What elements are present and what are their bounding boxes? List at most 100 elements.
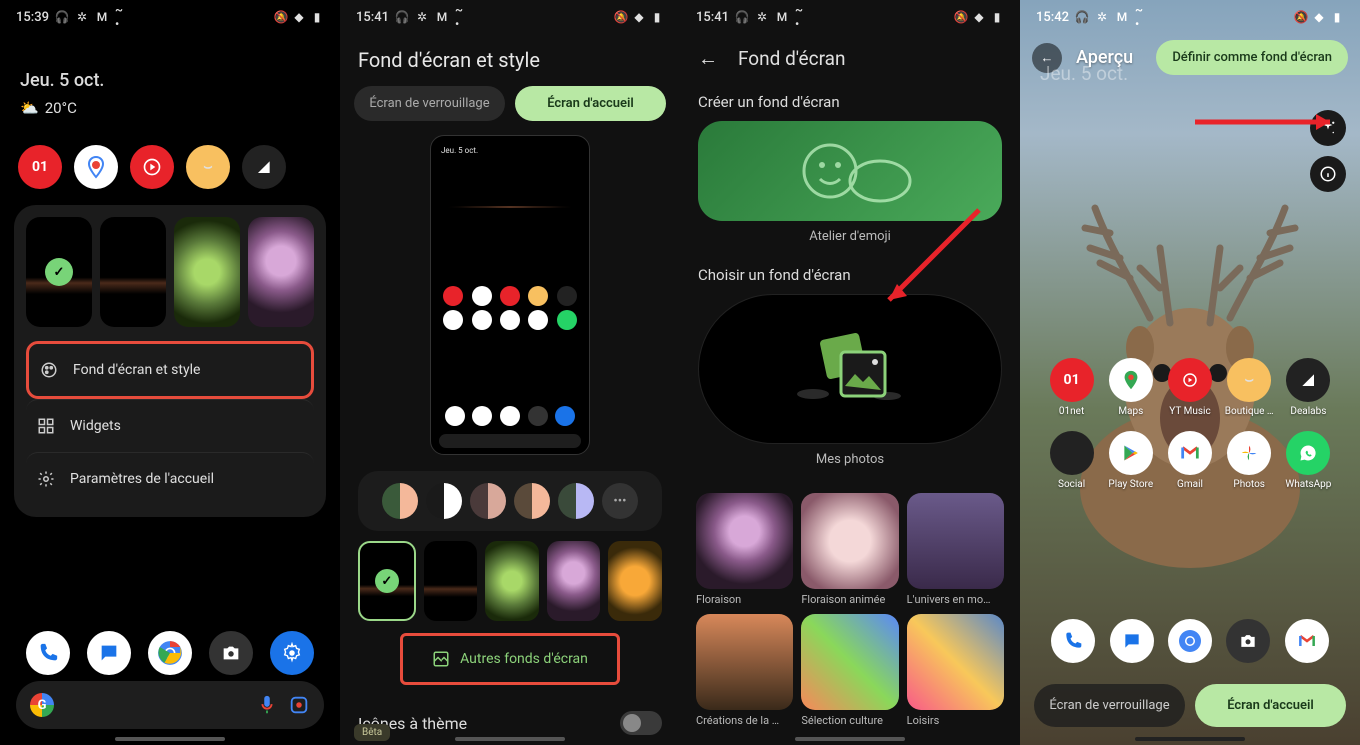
nearby-icon: ✲ [1095,10,1109,24]
wallpaper-thumb-row [340,541,680,621]
app-label: Social [1058,479,1085,490]
category-card[interactable]: Floraison [696,493,793,606]
themed-icons-row: Icônes à thème [340,697,680,739]
wallpaper-thumb-row [26,217,314,327]
battery-icon: ▮ [990,10,1004,24]
tab-homescreen[interactable]: Écran d'accueil [1195,684,1346,727]
wifi-icon: ◆ [972,10,986,24]
wallpaper-thumb-4[interactable] [547,541,601,621]
preview-app-grid: 0101net Maps YT Music ⌣Boutique … ◢Deala… [1020,358,1360,490]
more-notif-icon: ~ • [115,10,129,24]
wallpaper-thumb-3[interactable] [485,541,539,621]
gmail-icon: M [775,10,789,24]
nav-handle[interactable] [115,737,225,741]
color-scheme-row: ••• [358,471,662,531]
dock-phone [1051,619,1095,663]
nearby-icon: ✲ [755,10,769,24]
tab-homescreen[interactable]: Écran d'accueil [515,86,666,121]
menu-home-settings-label: Paramètres de l'accueil [70,471,214,487]
dock-camera[interactable] [209,631,253,675]
temperature-value: 20°C [45,99,77,117]
dock-chrome[interactable] [148,631,192,675]
color-scheme-4[interactable] [514,483,550,519]
app-dealabs: ◢Dealabs [1279,358,1338,417]
picker-header: ← Fond d'écran [680,30,1020,87]
category-label: Sélection culture [801,714,898,727]
wifi-icon: ◆ [1312,10,1326,24]
home-date: Jeu. 5 oct. [0,30,340,95]
color-scheme-2[interactable] [426,483,462,519]
app-ytmusic: YT Music [1160,358,1219,417]
category-label: Floraison animée [801,593,898,606]
screen-wallpaper-picker: 15:41 🎧 ✲ M ~ • 🔕 ◆ ▮ ← Fond d'écran Cré… [680,0,1020,745]
weather-icon: ⛅ [20,99,39,117]
category-label: Loisirs [907,714,1004,727]
menu-home-settings[interactable]: Paramètres de l'accueil [26,452,314,505]
photos-illustration [795,324,905,414]
screen-preview: 15:42 🎧 ✲ M ~ • 🔕 ◆ ▮ ← Aperçu Définir c… [1020,0,1360,745]
app-maps: Maps [1101,358,1160,417]
gear-icon [36,469,56,489]
category-card[interactable]: Floraison animée [801,493,898,606]
category-card[interactable]: L'univers en mo… [907,493,1004,606]
home-context-sheet: Fond d'écran et style Widgets Paramètres… [14,205,326,517]
wallpaper-thumb-2[interactable] [100,217,166,327]
set-wallpaper-button[interactable]: Définir comme fond d'écran [1156,40,1348,75]
app-label: Play Store [1108,479,1153,490]
battery-icon: ▮ [650,10,664,24]
status-bar: 15:39 🎧 ✲ M ~ • 🔕 ◆ ▮ [0,0,340,30]
category-card[interactable]: Créations de la … [696,614,793,727]
wallpaper-thumb-4[interactable] [248,217,314,327]
google-icon [30,693,54,717]
app-gmail: Gmail [1160,431,1219,490]
widgets-icon [36,416,56,436]
tab-lockscreen[interactable]: Écran de verrouillage [1034,684,1185,727]
more-wallpapers-button[interactable]: Autres fonds d'écran [400,633,620,685]
vibrate-icon: 🔕 [954,10,968,24]
screen-home-longpress: 15:39 🎧 ✲ M ~ • 🔕 ◆ ▮ Jeu. 5 oct. ⛅ 20°C… [0,0,340,745]
wallpaper-thumb-2[interactable] [424,541,478,621]
tab-lockscreen[interactable]: Écran de verrouillage [354,86,505,121]
app-maps [74,145,118,189]
status-time: 15:41 [696,10,729,25]
themed-icons-toggle[interactable] [620,711,662,735]
back-button[interactable]: ← [698,46,718,71]
nav-handle[interactable] [795,737,905,741]
category-card[interactable]: Loisirs [907,614,1004,727]
dock-messages[interactable] [87,631,131,675]
surface-tabs: Écran de verrouillage Écran d'accueil [340,86,680,135]
search-bar[interactable] [16,681,324,729]
color-scheme-1[interactable] [382,483,418,519]
wallpaper-thumb-5[interactable] [608,541,662,621]
mic-icon[interactable] [256,694,278,716]
wallpaper-thumb-current[interactable] [358,541,416,621]
wallpaper-thumb-3[interactable] [174,217,240,327]
app-whatsapp: WhatsApp [1279,431,1338,490]
ghost-date: Jeu. 5 oct. [1040,62,1128,85]
nav-handle[interactable] [455,737,565,741]
dock-settings[interactable] [270,631,314,675]
vibrate-icon: 🔕 [274,10,288,24]
dock-phone[interactable] [26,631,70,675]
more-notif-icon: ~ • [795,10,809,24]
home-weather[interactable]: ⛅ 20°C [0,95,340,137]
my-photos-card[interactable] [698,294,1002,444]
section-create: Créer un fond d'écran [680,87,1020,121]
annotation-arrow [849,205,989,315]
wallpaper-thumb-current[interactable] [26,217,92,327]
nav-handle[interactable] [1135,737,1245,741]
color-scheme-5[interactable] [558,483,594,519]
menu-widgets[interactable]: Widgets [26,399,314,452]
status-bar: 15:42 🎧 ✲ M ~ • 🔕 ◆ ▮ [1020,0,1360,30]
category-card[interactable]: Sélection culture [801,614,898,727]
lens-icon[interactable] [288,694,310,716]
surface-tabs: Écran de verrouillage Écran d'accueil [1034,684,1346,727]
home-preview[interactable]: Jeu. 5 oct. [430,135,590,455]
app-label: Photos [1233,479,1265,490]
color-scheme-3[interactable] [470,483,506,519]
menu-wallpaper-style[interactable]: Fond d'écran et style [26,341,314,399]
category-label: L'univers en mo… [907,593,1004,606]
color-scheme-more[interactable]: ••• [602,483,638,519]
app-amazon: ⌣Boutique … [1220,358,1279,417]
app-social-folder: Social [1042,431,1101,490]
